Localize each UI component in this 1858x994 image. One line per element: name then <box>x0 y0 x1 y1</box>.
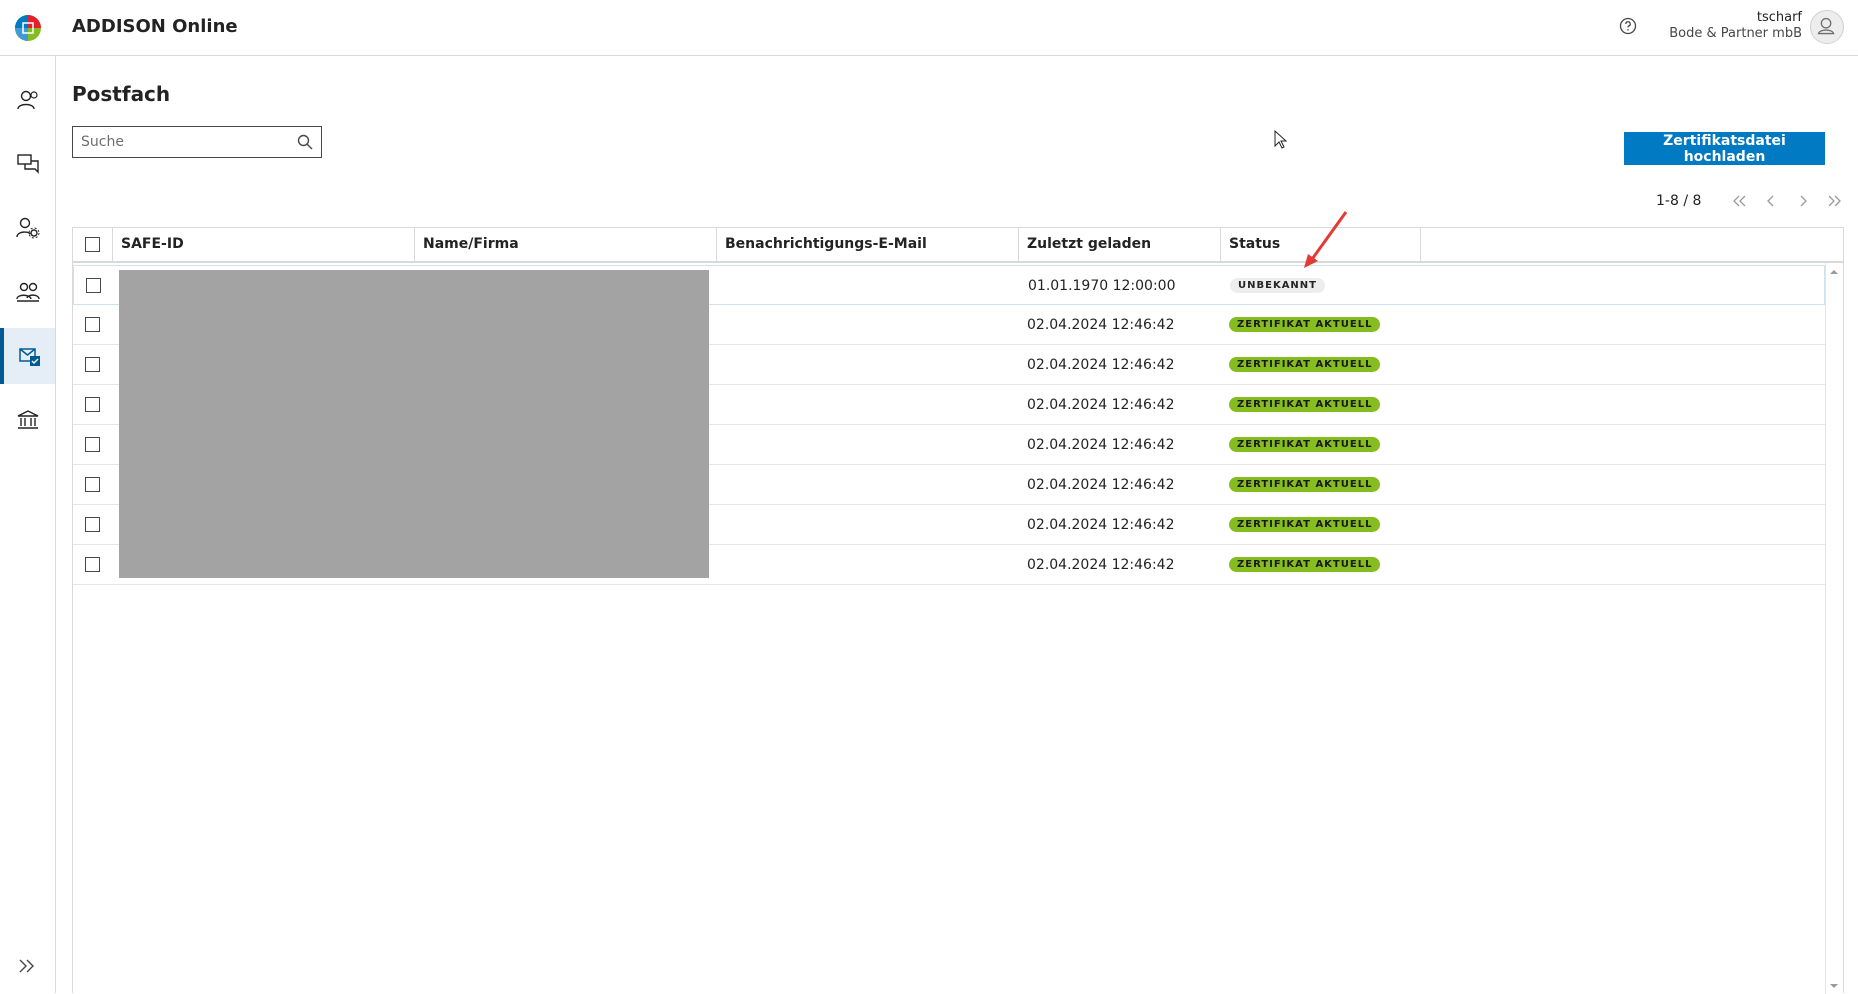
group-icon <box>15 282 40 302</box>
chat-icon <box>16 154 39 174</box>
addison-logo-icon[interactable] <box>14 14 42 42</box>
next-page-button[interactable] <box>1793 191 1813 211</box>
user-name: tscharf <box>1756 10 1802 25</box>
sidebar-item-user-settings[interactable] <box>0 200 55 256</box>
user-icon <box>1817 17 1835 35</box>
vertical-scrollbar[interactable] <box>1825 263 1843 994</box>
upload-certificate-button[interactable]: Zertifikatsdatei hochladen <box>1624 132 1825 165</box>
status-badge: UNBEKANNT <box>1230 278 1325 293</box>
cell-loaded: 02.04.2024 12:46:42 <box>1027 357 1175 373</box>
first-page-button[interactable] <box>1729 191 1749 211</box>
sidebar-item-group[interactable] <box>0 264 55 320</box>
scroll-up-icon[interactable] <box>1828 266 1840 278</box>
row-checkbox[interactable] <box>85 477 100 492</box>
row-checkbox[interactable] <box>85 317 100 332</box>
cell-loaded: 02.04.2024 12:46:42 <box>1027 477 1175 493</box>
mouse-cursor-icon <box>1274 130 1288 149</box>
app-title: ADDISON Online <box>72 16 238 37</box>
row-checkbox[interactable] <box>85 397 100 412</box>
avatar[interactable] <box>1810 10 1844 44</box>
status-badge: ZERTIFIKAT AKTUELL <box>1229 477 1381 492</box>
chevron-right-icon <box>1800 195 1808 207</box>
row-checkbox[interactable] <box>85 437 100 452</box>
column-header-email[interactable]: Benachrichtigungs-E-Mail <box>717 228 1019 261</box>
clients-icon <box>16 90 38 110</box>
status-badge: ZERTIFIKAT AKTUELL <box>1229 557 1381 572</box>
status-badge: ZERTIFIKAT AKTUELL <box>1229 437 1381 452</box>
column-header-loaded[interactable]: Zuletzt geladen <box>1019 228 1221 261</box>
redacted-area <box>119 270 709 578</box>
status-badge: ZERTIFIKAT AKTUELL <box>1229 317 1381 332</box>
status-badge: ZERTIFIKAT AKTUELL <box>1229 517 1381 532</box>
scroll-down-icon[interactable] <box>1828 980 1840 992</box>
mailbox-table: SAFE-ID Name/Firma Benachrichtigungs-E-M… <box>72 227 1844 994</box>
chevron-left-icon <box>1767 195 1774 207</box>
search-input[interactable] <box>73 127 289 157</box>
column-header-safe-id[interactable]: SAFE-ID <box>113 228 415 261</box>
row-checkbox[interactable] <box>86 278 101 293</box>
bank-icon <box>17 410 38 429</box>
row-checkbox[interactable] <box>85 557 100 572</box>
search-box <box>72 126 322 158</box>
user-company: Bode & Partner mbB <box>1669 26 1802 41</box>
page-title: Postfach <box>72 82 171 106</box>
previous-page-button[interactable] <box>1761 191 1781 211</box>
double-chevron-right-icon <box>1828 195 1842 207</box>
double-chevron-right-icon[interactable] <box>15 954 39 978</box>
status-badge: ZERTIFIKAT AKTUELL <box>1229 397 1381 412</box>
select-all-checkbox[interactable] <box>85 237 100 252</box>
page-count: 1-8 / 8 <box>1656 193 1702 209</box>
row-checkbox[interactable] <box>85 357 100 372</box>
question-circle-icon[interactable] <box>1619 17 1637 35</box>
user-settings-icon <box>15 217 39 239</box>
last-page-button[interactable] <box>1825 191 1845 211</box>
annotation-arrow-icon <box>1304 211 1348 268</box>
cell-loaded: 02.04.2024 12:46:42 <box>1027 517 1175 533</box>
app-header: ADDISON Online tscharf Bode & Partner mb… <box>0 0 1858 56</box>
status-badge: ZERTIFIKAT AKTUELL <box>1229 357 1381 372</box>
row-checkbox[interactable] <box>85 517 100 532</box>
column-header-name[interactable]: Name/Firma <box>415 228 717 261</box>
pagination: 1-8 / 8 <box>1656 191 1845 211</box>
cell-loaded: 02.04.2024 12:46:42 <box>1027 397 1175 413</box>
user-info[interactable]: tscharf Bode & Partner mbB <box>1669 10 1802 42</box>
header-select-cell <box>73 228 113 261</box>
cell-loaded: 02.04.2024 12:46:42 <box>1027 557 1175 573</box>
sidebar-item-clients[interactable] <box>0 72 55 128</box>
search-icon[interactable] <box>297 134 313 150</box>
table-header: SAFE-ID Name/Firma Benachrichtigungs-E-M… <box>73 228 1843 263</box>
double-chevron-left-icon <box>1733 195 1746 207</box>
cell-loaded: 01.01.1970 12:00:00 <box>1028 278 1176 294</box>
sidebar-item-bank[interactable] <box>0 392 55 448</box>
sidebar-item-mailbox[interactable] <box>0 328 55 384</box>
sidebar <box>0 56 56 993</box>
sidebar-item-chat[interactable] <box>0 136 55 192</box>
cell-loaded: 02.04.2024 12:46:42 <box>1027 317 1175 333</box>
mailbox-icon <box>18 348 40 366</box>
cell-loaded: 02.04.2024 12:46:42 <box>1027 437 1175 453</box>
